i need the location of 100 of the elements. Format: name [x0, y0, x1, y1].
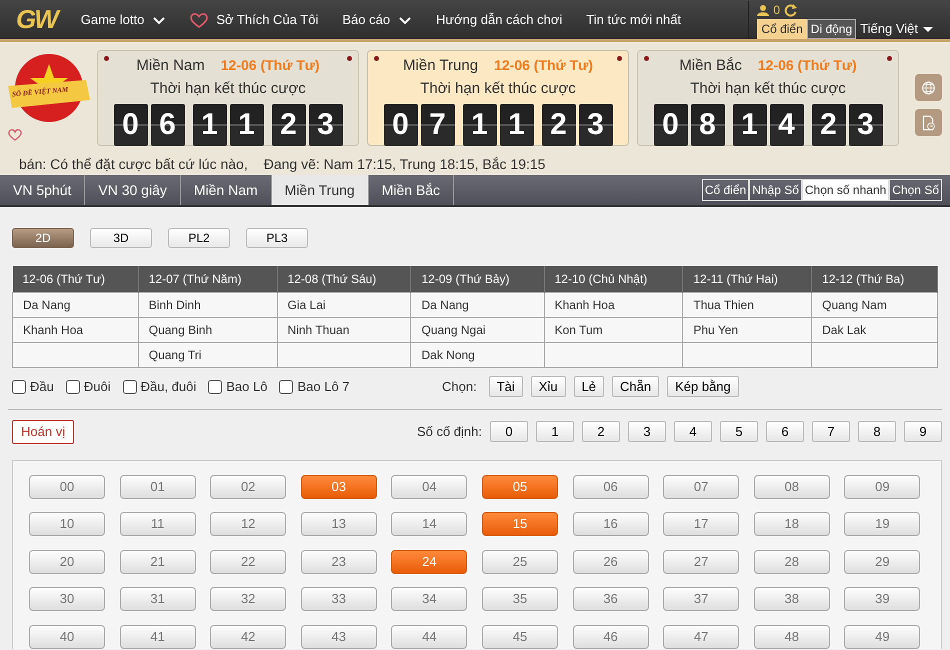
number-button[interactable]: 24: [391, 550, 468, 574]
permute-button[interactable]: Hoán vị: [12, 420, 74, 444]
checkbox-option[interactable]: Đầu: [12, 376, 54, 396]
nav-link[interactable]: Báo cáo: [342, 10, 412, 30]
number-button[interactable]: 49: [844, 624, 920, 648]
number-button[interactable]: 22: [210, 550, 286, 574]
game-type-button[interactable]: PL2: [168, 228, 230, 248]
nav-link[interactable]: Hướng dẫn cách chơi: [436, 10, 562, 30]
checkbox-option[interactable]: Bao Lô: [208, 376, 268, 396]
checkbox-option[interactable]: Đuôi: [66, 376, 111, 396]
number-button[interactable]: 28: [754, 550, 830, 574]
number-button[interactable]: 15: [482, 512, 558, 536]
number-button[interactable]: 01: [120, 474, 196, 498]
number-button[interactable]: 07: [663, 474, 740, 498]
nav-link[interactable]: Game lotto: [80, 10, 166, 30]
choose-button[interactable]: Tài: [488, 376, 523, 397]
number-button[interactable]: 29: [844, 550, 920, 574]
digit-button[interactable]: 9: [904, 421, 942, 442]
column-header: 12-07 (Thứ Năm): [138, 266, 278, 292]
number-button[interactable]: 21: [120, 550, 196, 574]
number-button[interactable]: 46: [572, 624, 649, 648]
mode-tab[interactable]: Cổ điển: [702, 179, 750, 201]
number-button[interactable]: 08: [754, 474, 830, 498]
logo[interactable]: GW: [16, 4, 57, 35]
digit-button[interactable]: 4: [674, 421, 712, 442]
number-button[interactable]: 35: [482, 587, 558, 611]
number-button[interactable]: 03: [300, 474, 377, 498]
number-button[interactable]: 05: [482, 474, 558, 498]
number-button[interactable]: 26: [572, 550, 649, 574]
number-button[interactable]: 34: [391, 587, 468, 611]
choose-button[interactable]: Xỉu: [530, 376, 566, 397]
number-button[interactable]: 18: [754, 512, 830, 536]
number-button[interactable]: 27: [663, 550, 740, 574]
checkbox-option[interactable]: Bao Lô 7: [279, 376, 350, 396]
countdown-digit: 6: [150, 104, 184, 146]
number-button[interactable]: 06: [572, 474, 649, 498]
digit-button[interactable]: 6: [766, 421, 804, 442]
number-button[interactable]: 47: [663, 624, 740, 648]
number-button[interactable]: 14: [391, 512, 468, 536]
number-button[interactable]: 32: [210, 587, 286, 611]
game-type-button[interactable]: PL3: [246, 228, 308, 248]
game-type-button[interactable]: 2D: [12, 228, 74, 248]
number-button[interactable]: 20: [29, 550, 105, 574]
number-button[interactable]: 17: [663, 512, 740, 536]
number-button[interactable]: 44: [391, 624, 468, 648]
number-button[interactable]: 04: [391, 474, 468, 498]
number-button[interactable]: 10: [29, 512, 105, 536]
number-button[interactable]: 41: [120, 624, 196, 648]
document-button[interactable]: [915, 109, 942, 136]
region-card[interactable]: Miền Nam 12-06 (Thứ Tư) Thời hạn kết thúc cược 0 6 1 1 2 3: [97, 50, 359, 146]
number-button[interactable]: 48: [754, 624, 830, 648]
region-card[interactable]: Miền Trung 12-06 (Thứ Tư) Thời hạn kết thúc cược 0 7 1 1 2 3: [367, 50, 629, 146]
number-button[interactable]: 42: [210, 624, 286, 648]
number-button[interactable]: 13: [300, 512, 377, 536]
number-button[interactable]: 12: [210, 512, 286, 536]
mode-tab[interactable]: Chọn số nhanh: [802, 179, 890, 201]
region-card[interactable]: Miền Bắc 12-06 (Thứ Tư) Thời hạn kết thúc cược 0 8 1 4 2 3: [637, 50, 899, 146]
tab[interactable]: VN 5phút: [0, 175, 86, 205]
number-button[interactable]: 09: [844, 474, 920, 498]
number-button[interactable]: 19: [844, 512, 920, 536]
number-button[interactable]: 43: [300, 624, 377, 648]
choose-button[interactable]: Kép bằng: [667, 376, 739, 397]
tab[interactable]: VN 30 giây: [85, 175, 181, 205]
number-button[interactable]: 45: [482, 624, 558, 648]
number-button[interactable]: 16: [572, 512, 649, 536]
view-mode-button[interactable]: Cổ điển: [757, 18, 807, 38]
number-button[interactable]: 33: [300, 587, 377, 611]
number-button[interactable]: 31: [120, 587, 196, 611]
number-button[interactable]: 23: [300, 550, 377, 574]
number-button[interactable]: 39: [844, 587, 920, 611]
globe-icon: [921, 78, 936, 96]
number-button[interactable]: 00: [29, 474, 105, 498]
mode-tab[interactable]: Chọn Số: [889, 179, 942, 201]
language-selector[interactable]: Tiếng Việt: [860, 18, 934, 38]
checkbox-option[interactable]: Đầu, đuôi: [122, 376, 196, 396]
number-button[interactable]: 36: [572, 587, 649, 611]
number-button[interactable]: 37: [663, 587, 740, 611]
number-button[interactable]: 40: [29, 624, 105, 648]
number-button[interactable]: 11: [120, 512, 196, 536]
tab[interactable]: Miền Trung: [272, 175, 369, 205]
nav-link[interactable]: Tin tức mới nhất: [586, 10, 682, 30]
number-button[interactable]: 02: [210, 474, 286, 498]
number-button[interactable]: 38: [754, 587, 830, 611]
digit-button[interactable]: 3: [628, 421, 666, 442]
number-button[interactable]: 25: [482, 550, 558, 574]
nav-link[interactable]: Sở Thích Của Tôi: [190, 10, 318, 30]
globe-button[interactable]: [915, 74, 942, 101]
digit-button[interactable]: 7: [812, 421, 850, 442]
choose-button[interactable]: Lẻ: [574, 376, 604, 397]
digit-button[interactable]: 8: [858, 421, 896, 442]
digit-button[interactable]: 5: [720, 421, 758, 442]
tab[interactable]: Miền Bắc: [368, 175, 454, 205]
digit-button[interactable]: 1: [536, 421, 574, 442]
number-button[interactable]: 30: [29, 587, 105, 611]
digit-button[interactable]: 2: [582, 421, 620, 442]
digit-button[interactable]: 0: [490, 421, 528, 442]
mode-tab[interactable]: Nhập Số: [749, 179, 802, 201]
view-mode-button[interactable]: Di động: [806, 18, 856, 38]
choose-button[interactable]: Chẵn: [612, 376, 660, 397]
game-type-button[interactable]: 3D: [90, 228, 152, 248]
